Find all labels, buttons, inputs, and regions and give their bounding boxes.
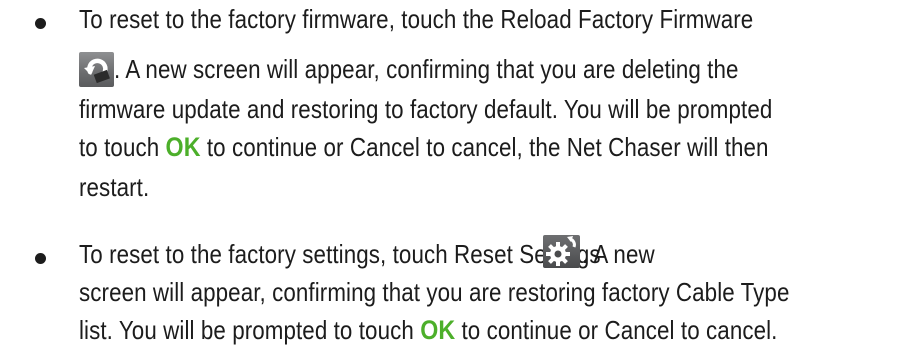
paragraph-line: restart. (79, 172, 149, 202)
text-reset-screen: screen will appear, confirming that you … (79, 277, 790, 307)
text-reload-firmware-update: firmware update and restoring to factory… (79, 94, 773, 124)
text-reset-continue: to continue or Cancel to cancel. (461, 315, 778, 345)
text-reset-prompt: list. You will be prompted to touch (79, 315, 414, 345)
text-restart: restart. (79, 172, 150, 202)
ok-keyword: OK (420, 315, 456, 345)
text-reset-intro: To reset to the factory settings, touch … (79, 239, 601, 269)
gear-icon (546, 236, 576, 266)
text-touch: to touch (79, 132, 160, 162)
bullet-icon (35, 253, 46, 264)
paragraph-line: firmware update and restoring to factory… (79, 94, 772, 124)
text-reload-confirm: . A new screen will appear, confirming t… (114, 54, 739, 84)
paragraph-line: To reset to the factory settings, touch … (79, 239, 601, 269)
reload-arrow-icon (84, 58, 110, 84)
text-reset-new: . A new (582, 239, 655, 269)
paragraph-line: . A new screen will appear, confirming t… (114, 54, 739, 84)
paragraph-line: list. You will be prompted to touch OK t… (79, 315, 777, 345)
text-reload-intro: To reset to the factory firmware, touch … (79, 4, 754, 34)
paragraph-line: . A new (582, 239, 655, 269)
paragraph-line: To reset to the factory firmware, touch … (79, 4, 753, 34)
text-continue-cancel: to continue or Cancel to cancel, the Net… (206, 132, 769, 162)
reset-settings-icon (543, 235, 580, 268)
reload-factory-firmware-icon (79, 52, 114, 87)
paragraph-line: to touch OK to continue or Cancel to can… (79, 132, 769, 162)
ok-keyword: OK (165, 132, 201, 162)
bullet-icon (35, 18, 46, 29)
paragraph-line: screen will appear, confirming that you … (79, 277, 789, 307)
